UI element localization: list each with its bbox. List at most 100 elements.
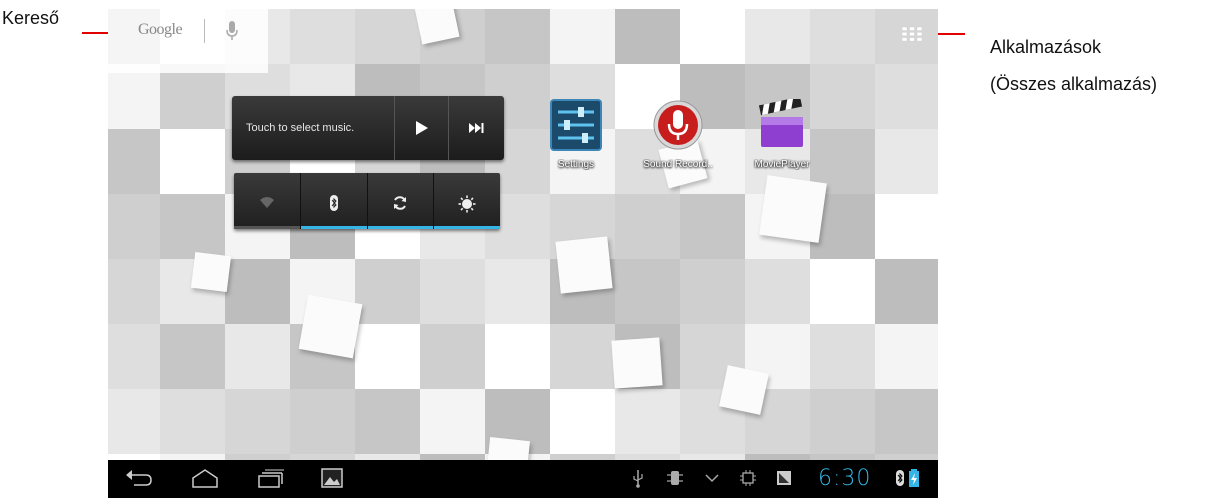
wallpaper-tile: [615, 389, 680, 454]
wallpaper-tile: [355, 9, 420, 64]
app-label: Sound Record..: [643, 159, 713, 170]
wallpaper-tile: [680, 259, 745, 324]
wallpaper-tile: [290, 389, 355, 454]
wallpaper-tile: [810, 259, 875, 324]
brightness-indicator: [434, 226, 500, 229]
tablet-home-screen: Google Touch to select music. Settings S…: [108, 9, 938, 498]
google-logo[interactable]: Google: [138, 21, 183, 39]
wallpaper-tile: [485, 259, 550, 324]
annotation-search-label: Kereső: [2, 8, 60, 28]
bluetooth-indicator: [300, 226, 367, 229]
wallpaper-cube: [190, 251, 232, 293]
wallpaper-tile: [290, 9, 355, 64]
wallpaper-tile: [680, 194, 745, 259]
wallpaper-tile: [550, 9, 615, 64]
wallpaper-tile: [355, 324, 420, 389]
app-movie-player[interactable]: MoviePlayer: [742, 96, 822, 170]
wallpaper-tile: [810, 389, 875, 454]
wallpaper-tile: [420, 389, 485, 454]
microphone-icon[interactable]: [224, 20, 240, 42]
grid-icon[interactable]: [901, 26, 923, 42]
wallpaper-tile: [680, 9, 745, 64]
sync-icon: [394, 196, 407, 210]
play-icon[interactable]: [415, 120, 429, 136]
app-settings[interactable]: Settings: [536, 99, 616, 170]
wallpaper-tile: [160, 194, 225, 259]
wallpaper-cube: [759, 175, 827, 243]
usb-icon: [633, 470, 643, 488]
wallpaper-tile: [810, 324, 875, 389]
wallpaper-tile: [160, 64, 225, 129]
wallpaper-cube: [719, 365, 769, 415]
back-icon[interactable]: [124, 467, 154, 489]
wallpaper-tile: [485, 324, 550, 389]
sync-toggle[interactable]: [367, 173, 435, 229]
brightness-icon: [458, 195, 476, 213]
wallpaper-tile: [550, 389, 615, 454]
wallpaper-cube: [611, 337, 663, 389]
wallpaper-tile: [420, 324, 485, 389]
music-divider: [448, 96, 449, 160]
annotation-apps-label: Alkalmazások: [990, 37, 1102, 57]
google-search-bar[interactable]: Google: [108, 9, 268, 73]
wallpaper-tile: [225, 324, 290, 389]
sync-indicator: [367, 226, 434, 229]
next-icon[interactable]: [469, 122, 485, 134]
wallpaper-tile: [875, 324, 938, 389]
wallpaper-tile: [355, 259, 420, 324]
chevron-down-icon: [705, 474, 719, 483]
wallpaper-tile: [615, 194, 680, 259]
wallpaper-tile: [225, 259, 290, 324]
recent-apps-icon[interactable]: [256, 467, 286, 489]
wallpaper-cube: [298, 294, 363, 359]
microphone-icon: [653, 100, 703, 150]
wallpaper-tile: [225, 389, 290, 454]
wallpaper-tile: [745, 9, 810, 64]
wallpaper-tile: [615, 9, 680, 64]
wallpaper-tile: [108, 389, 160, 454]
wallpaper-tile: [875, 129, 938, 194]
wallpaper-tile: [875, 194, 938, 259]
home-icon[interactable]: [190, 467, 220, 489]
wifi-icon: [259, 197, 274, 208]
wallpaper-tile: [108, 64, 160, 129]
screenshot-icon[interactable]: [320, 467, 344, 489]
wallpaper-tile: [108, 324, 160, 389]
wallpaper-tile: [550, 324, 615, 389]
wallpaper-tile: [810, 9, 875, 64]
clock[interactable]: 6:30: [818, 466, 871, 491]
cpu-icon: [740, 470, 756, 486]
wallpaper-tile: [108, 259, 160, 324]
power-control-widget: [234, 173, 500, 229]
wifi-indicator: [234, 226, 300, 229]
app-sound-recorder[interactable]: Sound Record..: [638, 99, 718, 170]
wallpaper-tile: [875, 259, 938, 324]
wallpaper-tile: [875, 389, 938, 454]
wallpaper-tile: [485, 9, 550, 64]
music-widget[interactable]: Touch to select music.: [232, 96, 504, 160]
wallpaper-tile: [615, 259, 680, 324]
wallpaper-cube: [555, 236, 613, 294]
bluetooth-toggle[interactable]: [300, 173, 368, 229]
app-label: Settings: [557, 159, 595, 170]
wallpaper-tile: [108, 194, 160, 259]
wallpaper-tile: [108, 129, 160, 194]
battery-charging-icon: [909, 469, 919, 487]
wallpaper-tile: [875, 64, 938, 129]
system-bar: 6:30: [108, 460, 938, 498]
clapperboard-icon: [758, 96, 803, 147]
settings-icon: [550, 99, 602, 151]
music-prompt[interactable]: Touch to select music.: [246, 122, 354, 134]
wallpaper-tile: [420, 259, 485, 324]
wallpaper-tile: [745, 259, 810, 324]
annotation-apps-sublabel: (Összes alkalmazás): [990, 74, 1158, 94]
wallpaper-tile: [355, 389, 420, 454]
notification-icon: [777, 471, 791, 485]
wifi-toggle[interactable]: [234, 173, 301, 229]
wallpaper-tile: [160, 389, 225, 454]
search-divider: [204, 19, 205, 43]
music-divider: [394, 96, 395, 160]
brightness-toggle[interactable]: [434, 173, 500, 229]
bluetooth-icon: [329, 195, 338, 211]
wallpaper: [108, 9, 938, 498]
